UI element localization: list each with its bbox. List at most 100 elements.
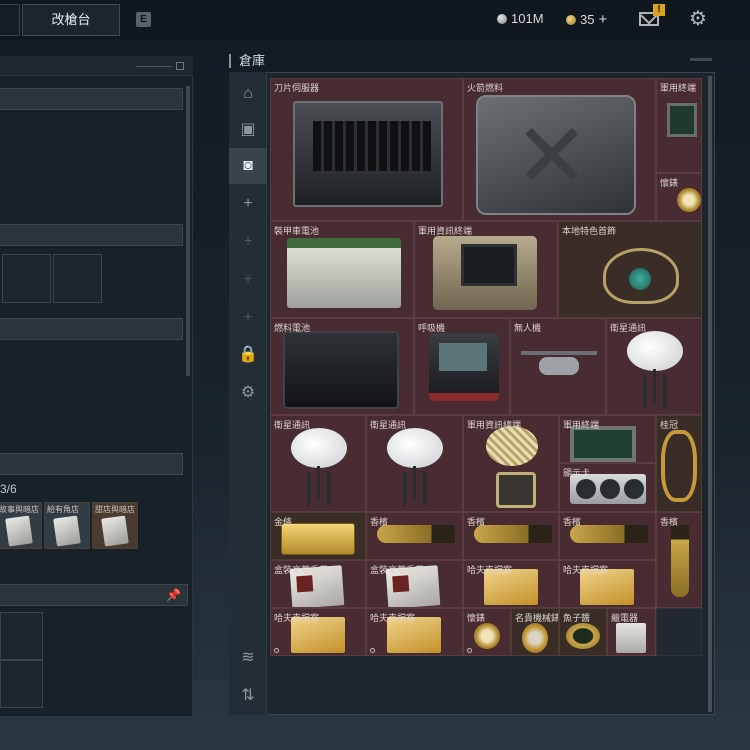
loadout-panel-header [0,56,193,76]
item-gold-bar[interactable]: 金條 [270,512,366,560]
inventory-chip[interactable]: 甜店與暗店 [92,502,138,549]
jerry-can-icon [476,95,636,215]
item-luxury-cigarettes[interactable]: 盒裝豪華香菸 [366,560,463,608]
storage-title: 倉庫 [229,54,265,68]
item-relay[interactable]: 繼電器 [607,608,656,656]
settings-icon[interactable]: ⚙ [229,375,267,411]
item-pocket-watch[interactable]: 懷錶 [656,173,702,221]
loadout-slot[interactable] [0,660,43,708]
loadout-slot[interactable] [53,254,102,303]
storage-tab-camera-icon[interactable]: ◙ [229,148,267,184]
item-pocket-watch[interactable]: 懷錶 [463,608,511,656]
panel-expand-icon[interactable] [176,62,184,70]
silver-coin-icon [497,13,507,24]
gold-coin-icon [566,14,576,25]
champagne-bottle-icon [570,525,648,543]
sort-icon[interactable]: ⇅ [229,678,267,714]
item-label: 軍用資訊總端 [467,420,522,430]
item-luxury-cigarettes[interactable]: 盒裝豪華香菸 [270,560,366,608]
satellite-dish-icon [289,428,349,504]
storage-tab-tv-icon[interactable]: ▣ [229,112,267,148]
respirator-icon [429,333,499,401]
item-luxury-watch[interactable]: 名貴機械錶 [511,608,559,656]
gold-chain-icon [661,430,697,502]
item-label: 繼電器 [611,613,639,623]
gold-currency: 35 + [566,11,607,28]
item-label: 火箭燃料 [467,83,504,93]
loadout-slot[interactable] [0,612,43,660]
champagne-bottle-icon [671,525,689,597]
pinned-bar[interactable]: 📌 [0,584,188,606]
item-military-info-terminal[interactable]: 軍用資訊終端 [414,221,558,318]
loadout-slot-bar-3[interactable] [0,318,183,340]
item-label: 燃料電池 [274,323,311,333]
item-haavk-file[interactable]: 哈夫克檔案 [366,608,463,656]
check-icon [370,648,375,653]
tab-gunsmith[interactable]: 改槍台 [22,4,120,36]
item-drone[interactable]: 無人機 [510,318,606,415]
loadout-slot[interactable] [2,254,51,303]
item-satellite-comm[interactable]: 衛星通訊 [366,415,463,512]
item-blade-server[interactable]: 刀片伺服器 [270,78,463,221]
item-military-info-terminal-2[interactable]: 軍用資訊總端 [463,415,559,512]
locked-add-tab-icon: + [243,233,253,250]
inventory-chip[interactable]: 故事與暗店 [0,502,42,549]
pocket-watch-icon [474,623,500,649]
loadout-slot-bar-1[interactable] [0,88,183,110]
item-label: 無人機 [514,323,542,333]
chip-label: 甜店與暗店 [95,505,135,514]
item-satellite-comm[interactable]: 衛星通訊 [606,318,702,415]
blade-server-icon [293,101,443,207]
item-fuel-cell[interactable]: 燃料電池 [270,318,414,415]
item-vehicle-battery[interactable]: 裝甲車電池 [270,221,414,318]
loadout-scrollbar[interactable] [186,86,190,376]
pin-icon[interactable]: 📌 [166,588,181,602]
item-champagne[interactable]: 香檳 [656,512,702,608]
loadout-slot-bar-2[interactable] [0,224,183,246]
item-label: 香檳 [563,517,582,527]
item-label: 本地特色首飾 [562,226,617,236]
lock-icon[interactable]: 🔒 [229,337,267,373]
military-terminal-icon [667,103,697,137]
item-haavk-file[interactable]: 哈夫克檔案 [270,608,366,656]
item-label: 哈夫克檔案 [467,565,513,575]
mesh-antenna-icon [478,426,548,508]
drone-icon [521,347,597,387]
panel-drag-handle[interactable] [136,66,172,67]
gear-icon[interactable]: ⚙ [689,9,707,29]
silver-amount: 101M [511,11,544,26]
add-tab-icon[interactable]: + [229,186,267,222]
layers-icon[interactable]: ≋ [229,640,267,676]
item-label: 軍用資訊終端 [418,226,473,236]
storage-scrollbar[interactable] [708,76,712,712]
locked-add-tab-icon: + [243,271,253,288]
item-champagne[interactable]: 香檳 [366,512,463,560]
item-champagne[interactable]: 香檳 [463,512,559,560]
storage-tab-warehouse-icon[interactable]: ⌂ [229,76,267,112]
item-label: 桂冠 [660,420,679,430]
item-champagne[interactable]: 香檳 [559,512,656,560]
item-satellite-comm[interactable]: 衛星通訊 [270,415,366,512]
inventory-chip[interactable]: 給有角店 [44,502,90,549]
item-local-jewelry[interactable]: 本地特色首飾 [558,221,702,318]
item-haavk-file[interactable]: 哈夫克檔案 [463,560,559,608]
item-rocket-fuel[interactable]: 火箭燃料 [463,78,656,221]
item-caviar[interactable]: 魚子醬 [559,608,607,656]
item-label: 衛星通訊 [274,420,311,430]
item-haavk-file[interactable]: 哈夫克檔案 [559,560,656,608]
chip-label: 給有角店 [47,505,79,514]
item-military-terminal[interactable]: 軍用終端 [559,415,656,463]
item-label: 軍用終端 [563,420,600,430]
item-graphics-card[interactable]: 顯示卡 [559,463,656,512]
loadout-slot-bar-4[interactable] [0,453,183,475]
check-icon [274,648,279,653]
empty-slot[interactable] [656,608,702,656]
tab-previous[interactable] [0,4,20,36]
item-laurel[interactable]: 桂冠 [656,415,702,512]
fuel-cell-icon [283,331,399,409]
item-military-terminal[interactable]: 軍用終端 [656,78,702,173]
add-gold-button[interactable]: + [598,11,607,28]
satellite-dish-icon [625,331,685,407]
satellite-dish-icon [385,428,445,504]
item-respirator[interactable]: 呼吸機 [414,318,510,415]
